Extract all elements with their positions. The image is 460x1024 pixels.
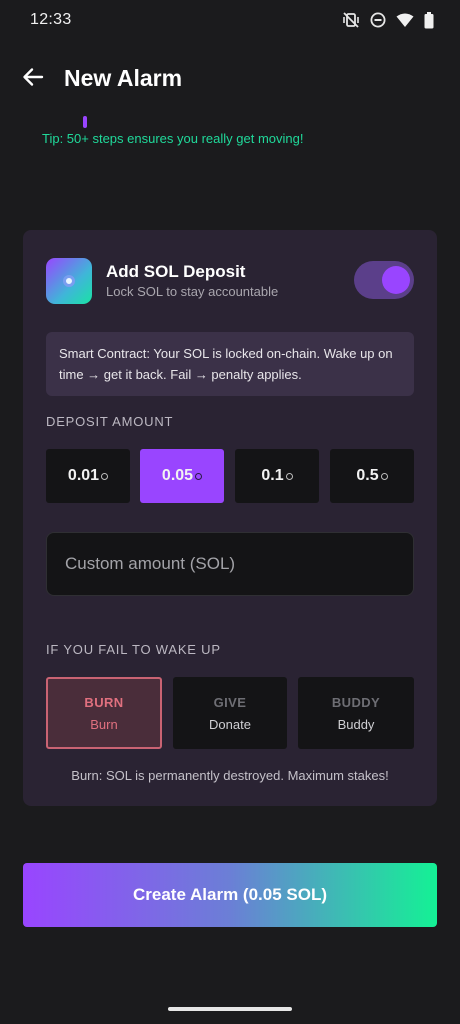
deposit-amount-label: DEPOSIT AMOUNT <box>46 414 174 429</box>
amount-option-0.05[interactable]: 0.05 <box>140 449 224 503</box>
toggle-thumb <box>382 266 410 294</box>
header: New Alarm <box>0 58 460 100</box>
fail-option-give[interactable]: GIVE Donate <box>173 677 287 749</box>
screen: 12:33 New Alarm Tip: 50+ steps ensures y… <box>0 0 460 1024</box>
sol-coin-icon <box>101 473 109 480</box>
fail-option-title: BUDDY <box>331 694 381 710</box>
sol-coin-icon <box>195 473 203 480</box>
fail-option-subtitle: Burn <box>90 716 118 732</box>
amount-value: 0.05 <box>161 467 194 484</box>
smart-contract-info: Smart Contract: Your SOL is locked on-ch… <box>46 332 414 396</box>
status-bar: 12:33 <box>0 0 460 40</box>
amount-value: 0.5 <box>356 467 379 484</box>
sol-coin-icon <box>380 473 388 480</box>
amount-option-0.5[interactable]: 0.5 <box>330 449 414 503</box>
battery-icon <box>424 11 434 29</box>
fail-option-buddy[interactable]: BUDDY Buddy <box>298 677 414 749</box>
page-title: New Alarm <box>64 65 183 91</box>
do-not-disturb-icon <box>370 12 386 28</box>
back-button[interactable] <box>18 64 48 94</box>
fail-option-label: IF YOU FAIL TO WAKE UP <box>46 642 221 657</box>
fail-option-burn[interactable]: BURN Burn <box>46 677 162 749</box>
fail-options: BURN Burn GIVE Donate BUDDY Buddy <box>46 677 414 749</box>
status-icons <box>342 11 434 29</box>
tip-text: Tip: 50+ steps ensures you really get mo… <box>42 131 304 146</box>
create-alarm-button[interactable]: Create Alarm (0.05 SOL) <box>23 863 437 927</box>
fail-option-title: GIVE <box>213 694 247 710</box>
fail-option-note: Burn: SOL is permanently destroyed. Maxi… <box>71 768 389 783</box>
deposit-toggle[interactable] <box>354 261 414 299</box>
arrow-left-icon <box>22 67 44 92</box>
tip-marker <box>83 116 87 128</box>
fail-option-subtitle: Buddy <box>337 716 375 732</box>
deposit-title: Add SOL Deposit <box>106 262 246 281</box>
sol-coin-icon <box>285 473 293 480</box>
status-time: 12:33 <box>30 11 72 28</box>
vibrate-off-icon <box>342 11 360 29</box>
custom-amount-input[interactable] <box>46 532 414 596</box>
amount-options: 0.01 0.05 0.1 0.5 <box>46 449 414 503</box>
amount-value: 0.1 <box>261 467 284 484</box>
home-indicator[interactable] <box>168 1007 292 1011</box>
deposit-subtitle: Lock SOL to stay accountable <box>106 284 279 299</box>
fail-option-subtitle: Donate <box>209 716 251 732</box>
sol-deposit-card: Add SOL Deposit Lock SOL to stay account… <box>23 230 437 806</box>
fail-option-title: BURN <box>84 694 124 710</box>
amount-option-0.1[interactable]: 0.1 <box>235 449 319 503</box>
sol-logo-icon <box>46 258 92 304</box>
wifi-icon <box>396 12 414 28</box>
amount-option-0.01[interactable]: 0.01 <box>46 449 130 503</box>
amount-value: 0.01 <box>67 467 100 484</box>
